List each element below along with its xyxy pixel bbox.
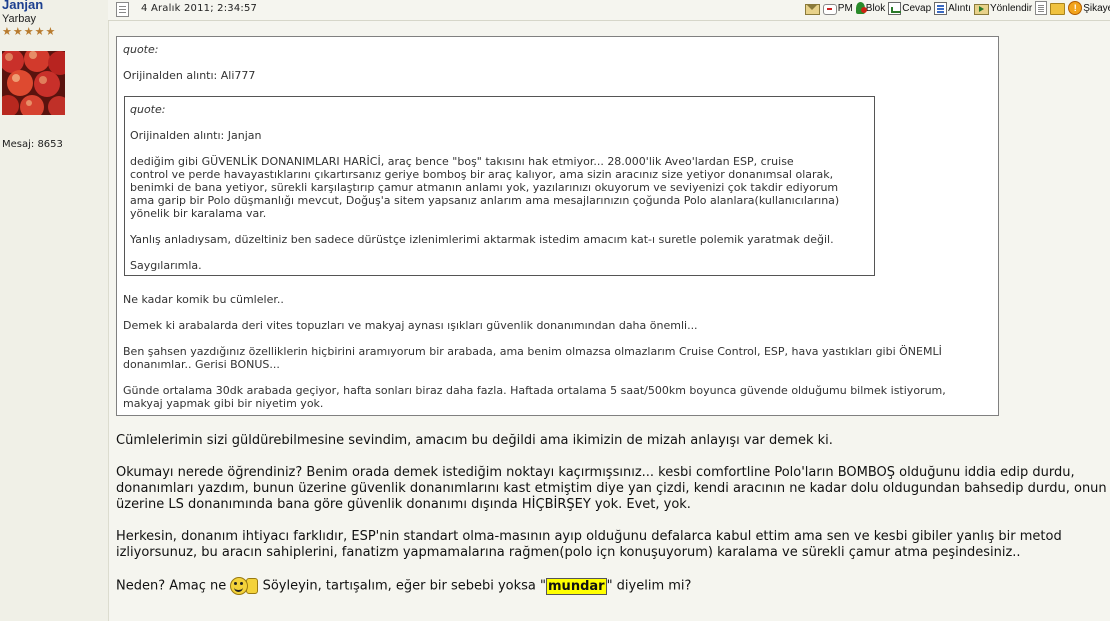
outer-quote-source: Orijinalden alıntı: Ali777 bbox=[123, 69, 256, 82]
outer-quote-line: Günde ortalama 30dk arabada geçiyor, haf… bbox=[123, 384, 946, 397]
thumbs-up-icon bbox=[246, 578, 259, 594]
body-text-segment: Söyleyin, tartışalım, eğer bir sebebi yo… bbox=[262, 578, 547, 594]
folder-button[interactable] bbox=[1050, 1, 1066, 15]
body-paragraph-line: Okumayı nerede öğrendiniz? Benim orada d… bbox=[116, 465, 1075, 480]
inner-quote-source: Orijinalden alıntı: Janjan bbox=[130, 129, 262, 142]
outer-quote-line: Ben şahsen yazdığınız özelliklerin hiçbi… bbox=[123, 345, 942, 358]
folder-icon bbox=[1050, 3, 1066, 15]
email-button[interactable] bbox=[804, 2, 820, 15]
username-link[interactable]: Janjan bbox=[2, 0, 43, 12]
post-content: quote: Orijinalden alıntı: Ali777 quote:… bbox=[108, 21, 1110, 621]
body-text-segment: Neden? Amaç ne bbox=[116, 578, 227, 594]
post-count: Mesaj: 8653 bbox=[2, 139, 63, 150]
star-icon: ★ bbox=[2, 25, 12, 38]
inner-quote-line: benimki de bana yetiyor, sürekli karşıla… bbox=[130, 181, 839, 194]
mail-icon bbox=[804, 3, 820, 15]
report-label: Şikayet bbox=[1083, 2, 1110, 14]
outer-quote-line: Ne kadar komik bu cümleler.. bbox=[123, 293, 284, 306]
outer-quote-line: donanımlar.. Gerisi BONUS... bbox=[123, 358, 280, 371]
outer-quote-title: quote: bbox=[123, 43, 159, 56]
quote-button[interactable]: Alıntı bbox=[934, 1, 971, 15]
body-paragraph-line: izliyorsunuz, bu aracın sahiplerini, fan… bbox=[116, 545, 1021, 560]
reply-label: Cevap bbox=[902, 2, 932, 14]
star-icon: ★ bbox=[23, 25, 34, 38]
inner-quote-line: dediğim gibi GÜVENLİK DONANIMLARI HARİCİ… bbox=[130, 155, 794, 168]
forward-button[interactable]: Yönlendir bbox=[973, 2, 1033, 15]
inner-quote-line: yönelik bir karalama var. bbox=[130, 207, 267, 220]
star-icon: ★ bbox=[34, 25, 45, 38]
reply-icon bbox=[888, 1, 902, 15]
post-document-icon bbox=[116, 2, 129, 17]
rank-stars: ★ ★ ★ ★ ★ bbox=[2, 26, 55, 37]
user-sidebar: Janjan Yarbay ★ ★ ★ ★ ★ Mesaj: 8653 bbox=[0, 0, 109, 621]
inner-quote-title: quote: bbox=[130, 103, 166, 116]
inner-quote-line: control ve perde havayastıklarını çıkart… bbox=[130, 168, 834, 181]
warning-icon: ! bbox=[1068, 1, 1083, 15]
outer-quote-box: quote: Orijinalden alıntı: Ali777 quote:… bbox=[116, 36, 999, 416]
inner-quote-line: Saygılarımla. bbox=[130, 259, 202, 272]
body-text-segment: " diyelim mi? bbox=[606, 578, 692, 594]
body-paragraph-line: üzerine LS donanımında bana göre güvenli… bbox=[116, 497, 691, 512]
block-icon bbox=[855, 2, 867, 14]
pm-label: PM bbox=[837, 2, 853, 14]
avatar[interactable] bbox=[2, 51, 65, 115]
quote-icon bbox=[934, 1, 948, 15]
pm-icon bbox=[822, 3, 837, 15]
block-button[interactable]: Blok bbox=[855, 2, 886, 14]
outer-quote-line: Demek ki arabalarda deri vites topuzları… bbox=[123, 319, 698, 332]
document-button[interactable] bbox=[1035, 1, 1048, 15]
highlighted-word: mundar bbox=[546, 577, 607, 595]
quote-label: Alıntı bbox=[948, 2, 971, 14]
forward-icon bbox=[973, 3, 989, 15]
star-icon: ★ bbox=[45, 25, 56, 38]
post-actions: PM Blok Cevap Alıntı Yönlendir !Şikayet bbox=[804, 1, 1110, 15]
apples-avatar-image bbox=[2, 51, 65, 115]
body-paragraph-line: donanımları yazdım, bunun üzerine güvenl… bbox=[116, 481, 1107, 496]
inner-quote-box: quote: Orijinalden alıntı: Janjan dediği… bbox=[124, 96, 875, 276]
body-last-line: Neden? Amaç ne Söyleyin, tartışalım, eğe… bbox=[116, 577, 691, 595]
star-icon: ★ bbox=[12, 25, 23, 38]
outer-quote-line: makyaj yapmak gibi bir niyetim yok. bbox=[123, 397, 324, 410]
forward-label: Yönlendir bbox=[989, 2, 1033, 14]
post-header: 4 Aralık 2011; 2:34:57 PM Blok Cevap Alı… bbox=[108, 0, 1110, 21]
document-icon bbox=[1035, 1, 1048, 15]
inner-quote-line: Yanlış anladıysam, düzeltiniz ben sadece… bbox=[130, 233, 834, 246]
post-date: 4 Aralık 2011; 2:34:57 bbox=[141, 3, 258, 14]
user-rank: Yarbay bbox=[2, 13, 37, 25]
report-button[interactable]: !Şikayet bbox=[1068, 1, 1110, 15]
body-paragraph: Cümlelerimin sizi güldürebilmesine sevin… bbox=[116, 433, 833, 448]
pm-button[interactable]: PM bbox=[822, 2, 853, 15]
body-paragraph-line: Herkesin, donanım ihtiyacı farklıdır, ES… bbox=[116, 529, 1062, 544]
reply-button[interactable]: Cevap bbox=[888, 1, 932, 15]
inner-quote-line: ama garip bir Polo düşmanlığı mevcut, Do… bbox=[130, 194, 840, 207]
block-label: Blok bbox=[865, 2, 886, 14]
